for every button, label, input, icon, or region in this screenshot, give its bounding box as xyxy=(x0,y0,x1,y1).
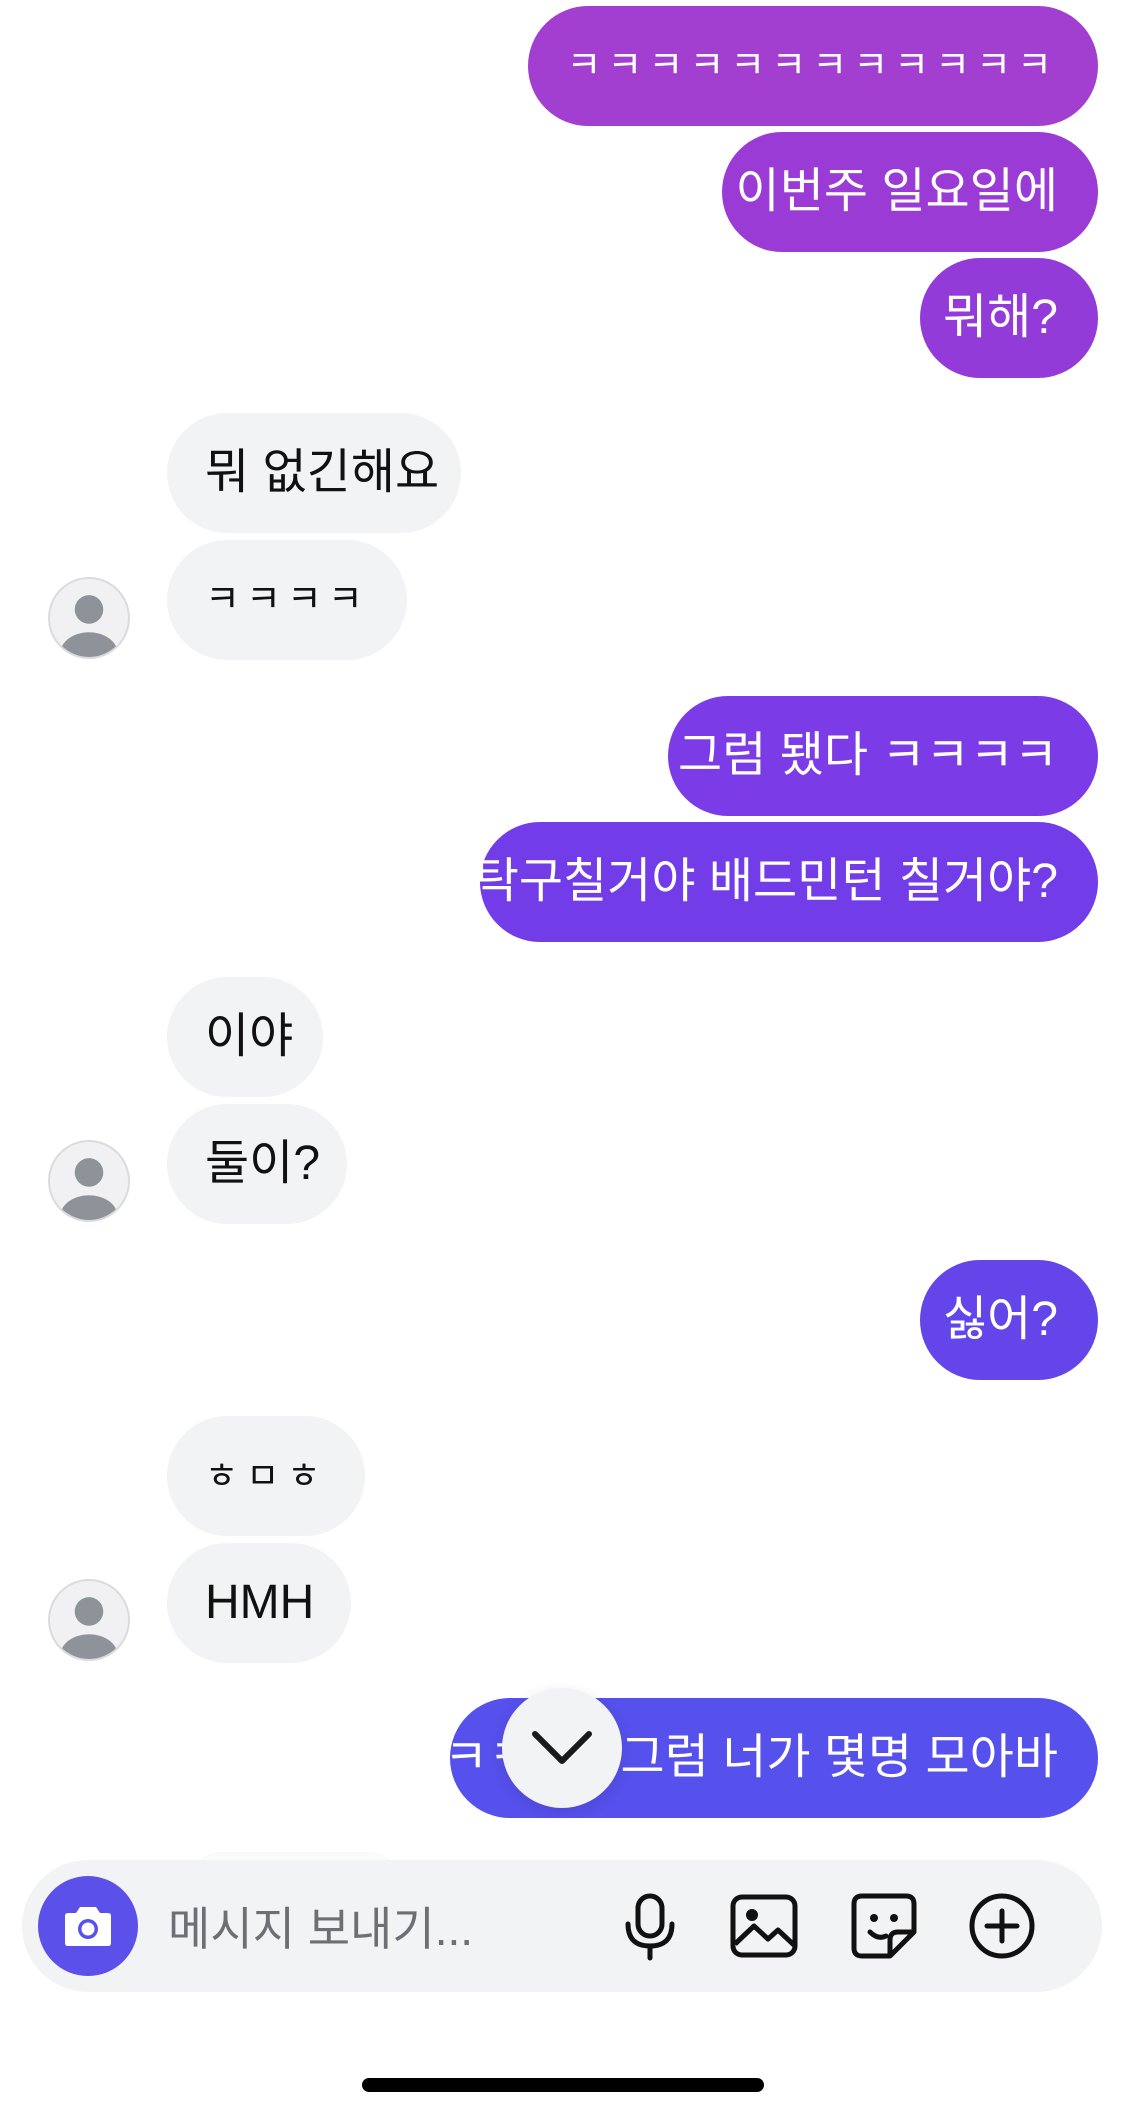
message-text: 뭐해? xyxy=(942,291,1058,344)
message-text: 이야 xyxy=(205,1010,294,1063)
contact-avatar[interactable] xyxy=(48,577,130,659)
contact-avatar[interactable] xyxy=(48,1140,130,1222)
camera-button[interactable] xyxy=(38,1876,138,1976)
outgoing-message[interactable]: ㅋㅋㅋㅋㅋㅋㅋㅋㅋㅋㅋㅋ xyxy=(528,6,1098,126)
message-text: 이번주 일요일에 xyxy=(735,165,1058,218)
incoming-message[interactable]: HMH xyxy=(167,1543,351,1663)
home-indicator xyxy=(362,2078,764,2092)
outgoing-message[interactable]: 싫어? xyxy=(920,1260,1098,1380)
message-text: 그럼 됐다 ㅋㅋㅋㅋ xyxy=(678,729,1058,782)
incoming-message[interactable]: 이야 xyxy=(167,977,323,1097)
sticker-button[interactable] xyxy=(848,1890,920,1962)
plus-icon xyxy=(969,1893,1035,1959)
incoming-message[interactable]: 뭐 없긴해요 xyxy=(167,413,461,533)
message-text: ㅋㅋㅋㅋㅋㅋㅋㅋㅋㅋㅋㅋ xyxy=(566,45,1058,87)
camera-icon xyxy=(65,1907,111,1946)
outgoing-message[interactable]: 이번주 일요일에 xyxy=(722,132,1098,252)
message-text: 둘이? xyxy=(205,1137,321,1190)
message-text: ㅎㅁㅎ xyxy=(205,1455,329,1496)
person-icon xyxy=(60,595,118,657)
person-icon xyxy=(60,1597,118,1659)
message-text: ㅋㅋㅋㅋ xyxy=(205,579,369,621)
sticker-icon xyxy=(851,1893,917,1959)
message-text: 뭐 없긴해요 xyxy=(205,446,440,499)
contact-avatar[interactable] xyxy=(48,1579,130,1661)
outgoing-message[interactable]: 그럼 됐다 ㅋㅋㅋㅋ xyxy=(668,696,1098,816)
message-composer: 메시지 보내기... xyxy=(22,1860,1102,1992)
message-text: HMH xyxy=(205,1576,315,1629)
more-options-button[interactable] xyxy=(966,1890,1038,1962)
message-input-placeholder: 메시지 보내기... xyxy=(168,1903,474,1955)
incoming-message[interactable]: 둘이? xyxy=(167,1104,347,1224)
microphone-icon xyxy=(625,1893,675,1961)
chevron-down-icon xyxy=(532,1731,592,1764)
outgoing-message[interactable]: 탁구칠거야 배드민턴 칠거야? xyxy=(475,822,1098,942)
person-icon xyxy=(60,1158,118,1220)
message-input[interactable]: 메시지 보내기... xyxy=(168,1860,473,1992)
message-text: 탁구칠거야 배드민턴 칠거야? xyxy=(474,855,1058,908)
scroll-to-bottom-button[interactable] xyxy=(502,1688,622,1808)
incoming-message[interactable]: ㅎㅁㅎ xyxy=(167,1416,365,1536)
outgoing-message[interactable]: 뭐해? xyxy=(920,258,1098,378)
incoming-message[interactable]: ㅋㅋㅋㅋ xyxy=(167,540,407,660)
message-text: 싫어? xyxy=(942,1293,1058,1346)
gallery-button[interactable] xyxy=(728,1890,800,1962)
gallery-icon xyxy=(730,1894,798,1958)
voice-message-button[interactable] xyxy=(614,1890,686,1962)
